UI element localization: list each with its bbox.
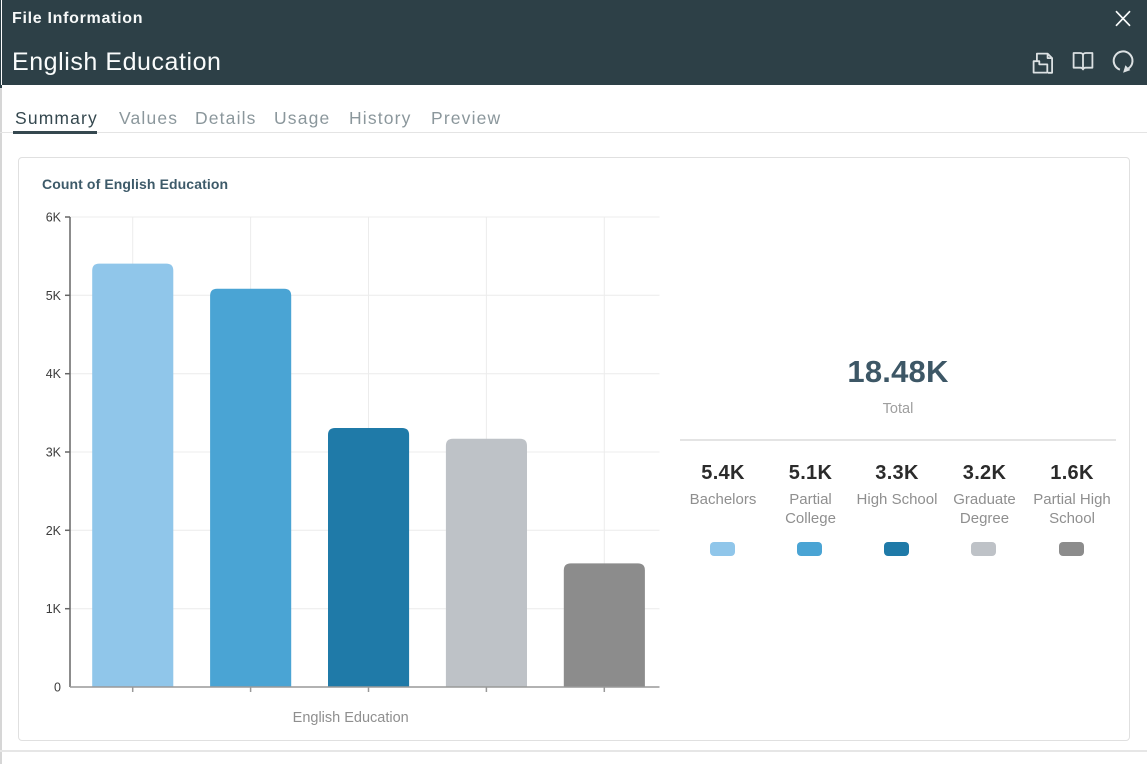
svg-text:5K: 5K — [46, 289, 62, 303]
svg-text:6K: 6K — [46, 211, 62, 225]
svg-text:2K: 2K — [46, 524, 62, 538]
svg-text:0: 0 — [54, 681, 61, 695]
svg-text:3K: 3K — [46, 446, 62, 460]
svg-text:4K: 4K — [46, 367, 62, 381]
svg-text:English Education: English Education — [293, 710, 409, 726]
svg-text:1K: 1K — [46, 602, 62, 616]
